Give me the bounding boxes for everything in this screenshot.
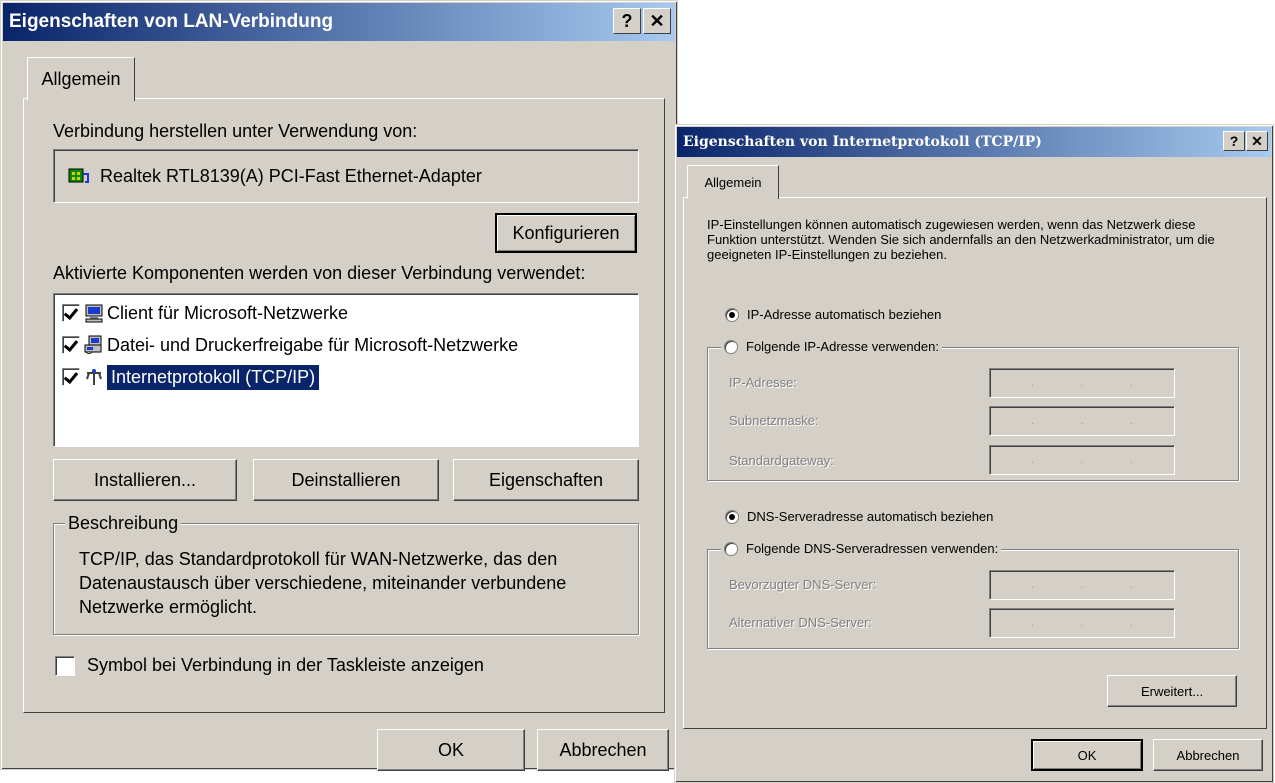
intro-text: IP-Einstellungen können automatisch zuge… [707,217,1215,262]
dns-auto-radio[interactable] [725,509,739,524]
tcpip-properties-dialog: Eigenschaften von Internetprotokoll (TCP… [674,124,1274,783]
components-label: Aktivierte Komponenten werden von dieser… [53,263,586,283]
subnet-label: Subnetzmaske: [729,413,819,428]
alternate-dns-label: Alternativer DNS-Server: [729,615,873,630]
list-item-file-printer-sharing[interactable]: Datei- und Druckerfreigabe für Microsoft… [62,332,518,358]
network-client-icon [85,304,103,323]
adapter-name: Realtek RTL8139(A) PCI-Fast Ethernet-Ada… [100,165,482,186]
close-button[interactable]: ✕ [1246,131,1268,151]
subnet-field[interactable]: ... [989,406,1175,436]
preferred-dns-field[interactable]: ... [989,570,1175,600]
network-adapter-icon [68,168,89,183]
protocol-icon [86,369,102,385]
cancel-button[interactable]: Abbrechen [1153,739,1263,771]
title-bar[interactable]: Eigenschaften von Internetprotokoll (TCP… [677,127,1271,157]
ip-manual-radio[interactable] [724,339,738,354]
dns-manual-radio[interactable] [724,541,738,556]
component-checkbox[interactable] [62,368,80,386]
tab-general[interactable]: Allgemein [27,57,135,101]
help-button[interactable]: ? [613,8,641,34]
ip-auto-radio[interactable] [725,307,739,322]
title-bar[interactable]: Eigenschaften von LAN-Verbindung ? ✕ [3,3,675,41]
connect-using-label: Verbindung herstellen unter Verwendung v… [53,121,418,141]
alternate-dns-field[interactable]: ... [989,608,1175,638]
dns-auto-option[interactable]: DNS-Serveradresse automatisch beziehen [725,509,993,524]
selected-label: Internetprotokoll (TCP/IP) [107,364,320,390]
tab-general[interactable]: Allgemein [687,165,779,199]
lan-properties-dialog: Eigenschaften von LAN-Verbindung ? ✕ All… [0,0,678,771]
help-button[interactable]: ? [1223,131,1245,151]
description-text: TCP/IP, das Standardprotokoll für WAN-Ne… [79,549,567,617]
taskbar-checkbox-label: Symbol bei Verbindung in der Taskleiste … [87,655,484,675]
printer-share-icon [84,335,102,354]
close-icon: ✕ [649,10,665,31]
dialog-title: Eigenschaften von Internetprotokoll (TCP… [683,134,1042,150]
taskbar-checkbox[interactable] [55,655,75,676]
install-button[interactable]: Installieren... [53,459,237,501]
ok-button[interactable]: OK [1031,739,1143,771]
components-list[interactable]: Client für Microsoft-Netzwerke Datei- un… [53,293,639,447]
dns-manual-option[interactable]: Folgende DNS-Serveradressen verwenden: [721,541,1002,556]
component-checkbox[interactable] [62,336,80,354]
close-icon: ✕ [1251,132,1263,149]
configure-button[interactable]: Konfigurieren [495,213,637,253]
ip-address-field[interactable]: ... [989,368,1175,398]
dialog-title: Eigenschaften von LAN-Verbindung [9,11,334,32]
preferred-dns-label: Bevorzugter DNS-Server: [729,577,877,592]
ip-address-label: IP-Adresse: [729,375,797,390]
gateway-label: Standardgateway: [729,453,834,468]
advanced-button[interactable]: Erweitert... [1107,675,1237,707]
list-item-tcpip[interactable]: Internetprotokoll (TCP/IP) [62,364,320,390]
adapter-box: Realtek RTL8139(A) PCI-Fast Ethernet-Ada… [53,149,639,203]
cancel-button[interactable]: Abbrechen [537,729,669,771]
component-checkbox[interactable] [62,304,80,322]
uninstall-button[interactable]: Deinstallieren [253,459,439,501]
ok-button[interactable]: OK [377,729,525,771]
close-button[interactable]: ✕ [643,8,671,34]
list-item-client[interactable]: Client für Microsoft-Netzwerke [62,300,348,326]
gateway-field[interactable]: ... [989,445,1175,475]
ip-auto-option[interactable]: IP-Adresse automatisch beziehen [725,307,941,322]
ip-manual-option[interactable]: Folgende IP-Adresse verwenden: [721,339,942,354]
properties-button[interactable]: Eigenschaften [453,459,639,501]
taskbar-option[interactable]: Symbol bei Verbindung in der Taskleiste … [55,655,484,676]
description-legend: Beschreibung [65,513,182,534]
